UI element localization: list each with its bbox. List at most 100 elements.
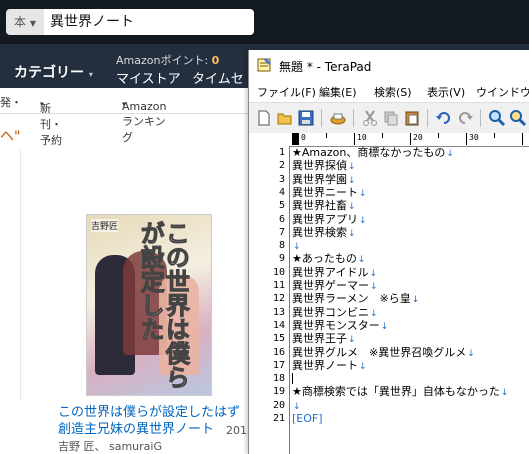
- ruler-tick: [494, 133, 495, 138]
- sub-nav-label: Amazonランキング: [122, 100, 167, 144]
- points-display[interactable]: Amazonポイント: 0: [116, 52, 219, 68]
- category-menu[interactable]: カテゴリー ▾: [14, 62, 93, 82]
- editor-line[interactable]: 8 ↓: [249, 240, 529, 253]
- sub-nav-item[interactable]: 発・: [0, 94, 22, 110]
- editor-line[interactable]: 18: [249, 373, 529, 385]
- line-content: 異世界ニート: [292, 185, 358, 199]
- toolbar-separator: [321, 109, 322, 127]
- line-break-icon: ↓: [446, 149, 454, 159]
- line-text: ↓: [292, 240, 301, 253]
- line-break-icon: ↓: [370, 282, 378, 292]
- line-number: 9: [278, 253, 285, 265]
- menu-bar: ファイル(F) 編集(E) 検索(S) 表示(V) ウインドウ(W): [249, 80, 529, 102]
- line-break-icon: ↓: [348, 228, 356, 239]
- line-content: 異世界ラーメン ※ら皇: [292, 292, 411, 306]
- editor-line[interactable]: 19 ★商標検索では「異世界」自体もなかった↓: [249, 386, 529, 398]
- line-break-icon: ↓: [348, 335, 356, 346]
- line-text: 異世界ノート↓: [292, 360, 367, 373]
- paste-icon[interactable]: [403, 109, 421, 127]
- editor-line[interactable]: 16 異世界グルメ ※異世界召喚グルメ↓: [249, 345, 529, 359]
- menu-view[interactable]: 表示(V): [427, 84, 465, 100]
- result-authors: 吉野 匠、 samuraiG: [58, 440, 162, 453]
- line-number: 8: [278, 240, 285, 252]
- line-content: 異世界検索: [292, 225, 347, 239]
- time-sale-link[interactable]: タイムセ: [192, 68, 244, 87]
- line-text: [EOF]: [292, 413, 323, 424]
- editor-line[interactable]: 20 ↓: [249, 400, 529, 412]
- editor-line[interactable]: 11 異世界ゲーマー↓: [249, 280, 529, 292]
- toolbar: [249, 102, 529, 134]
- line-number: 1: [278, 147, 285, 158]
- menu-window[interactable]: ウインドウ(W): [476, 84, 529, 100]
- book-cover-image[interactable]: 吉野匠 この世界は僕らが設定した: [86, 214, 212, 396]
- line-break-icon: ↓: [411, 295, 420, 306]
- menu-search[interactable]: 検索(S): [374, 84, 412, 100]
- undo-icon[interactable]: [435, 109, 453, 127]
- line-text: 異世界アイドル↓: [292, 267, 377, 280]
- line-content: 異世界アプリ: [292, 212, 358, 226]
- new-file-icon[interactable]: [255, 109, 273, 127]
- chevron-down-icon: ▾: [40, 100, 44, 108]
- search-category-label: 本: [14, 15, 27, 29]
- line-number: 13: [272, 306, 285, 318]
- ruler-label: 20: [413, 133, 423, 142]
- line-content: 異世界グルメ ※異世界召喚グルメ: [292, 345, 467, 359]
- my-store-link[interactable]: マイストア: [116, 68, 181, 87]
- line-number: 5: [278, 200, 285, 212]
- editor-line[interactable]: 14 異世界モンスター↓: [249, 320, 529, 332]
- toolbar-separator: [427, 109, 428, 127]
- menu-file[interactable]: ファイル(F): [257, 84, 316, 100]
- line-content: 異世界王子: [292, 332, 347, 346]
- editor-line[interactable]: 3 異世界学園↓: [249, 173, 529, 186]
- copy-icon[interactable]: [382, 109, 400, 127]
- line-break-icon: ↓: [380, 321, 389, 332]
- line-number: 15: [272, 333, 285, 345]
- line-break-icon: ↓: [357, 255, 366, 266]
- editor-line[interactable]: 7 異世界検索↓: [249, 225, 529, 239]
- editor-line[interactable]: 6 異世界アプリ↓: [249, 212, 529, 226]
- print-icon[interactable]: [329, 109, 347, 127]
- redo-icon[interactable]: [456, 109, 474, 127]
- line-number: 2: [278, 160, 285, 172]
- editor-line[interactable]: 1 ★Amazon、商標なかったもの↓: [249, 147, 529, 159]
- ruler-tick: [410, 133, 411, 145]
- editor-line[interactable]: 10 異世界アイドル↓: [249, 266, 529, 280]
- line-number: 4: [278, 186, 285, 198]
- line-text: 異世界社畜↓: [292, 200, 356, 213]
- replace-icon[interactable]: [509, 109, 527, 127]
- ruler-tick: [522, 133, 523, 145]
- editor-line[interactable]: 13 異世界コンビニ↓: [249, 306, 529, 319]
- editor-line[interactable]: 12 異世界ラーメン ※ら皇↓: [249, 292, 529, 306]
- line-number: 17: [272, 359, 285, 371]
- points-value: 0: [211, 54, 220, 67]
- editor-line[interactable]: 2 異世界探偵↓: [249, 160, 529, 173]
- menu-edit[interactable]: 編集(E): [319, 84, 357, 100]
- editor-line[interactable]: 15 異世界王子↓: [249, 332, 529, 346]
- line-break-icon: ↓: [348, 175, 356, 186]
- search-category-dropdown[interactable]: 本 ▼: [6, 9, 44, 35]
- editor-line[interactable]: 5 異世界社畜↓: [249, 200, 529, 213]
- line-number: 3: [278, 173, 285, 185]
- ruler-tick: [298, 133, 299, 145]
- ruler-tick: [382, 133, 383, 138]
- line-break-icon: ↓: [348, 162, 356, 173]
- ruler-tick: [466, 133, 467, 145]
- line-break-icon: ↓: [359, 188, 367, 199]
- line-text: 異世界探偵↓: [292, 160, 356, 173]
- chevron-down-icon: ▾: [122, 100, 126, 108]
- title-bar[interactable]: 無題 * - TeraPad: [249, 50, 529, 81]
- chevron-down-icon: ▼: [29, 19, 36, 28]
- editor-line[interactable]: 9 ★あったもの↓: [249, 253, 529, 266]
- line-number: 7: [278, 226, 285, 238]
- line-number: 10: [272, 266, 285, 278]
- editor-line[interactable]: 21 [EOF]: [249, 413, 529, 424]
- search-input[interactable]: 異世界ノート: [44, 9, 254, 35]
- search-icon[interactable]: [488, 109, 506, 127]
- save-icon[interactable]: [297, 109, 315, 127]
- open-folder-icon[interactable]: [276, 109, 294, 127]
- line-number: 11: [272, 280, 285, 291]
- window-title: 無題 * - TeraPad: [279, 60, 372, 74]
- editor-line[interactable]: 4 異世界ニート↓: [249, 185, 529, 199]
- cut-icon[interactable]: [361, 109, 379, 127]
- editor-line[interactable]: 17 異世界ノート↓: [249, 359, 529, 373]
